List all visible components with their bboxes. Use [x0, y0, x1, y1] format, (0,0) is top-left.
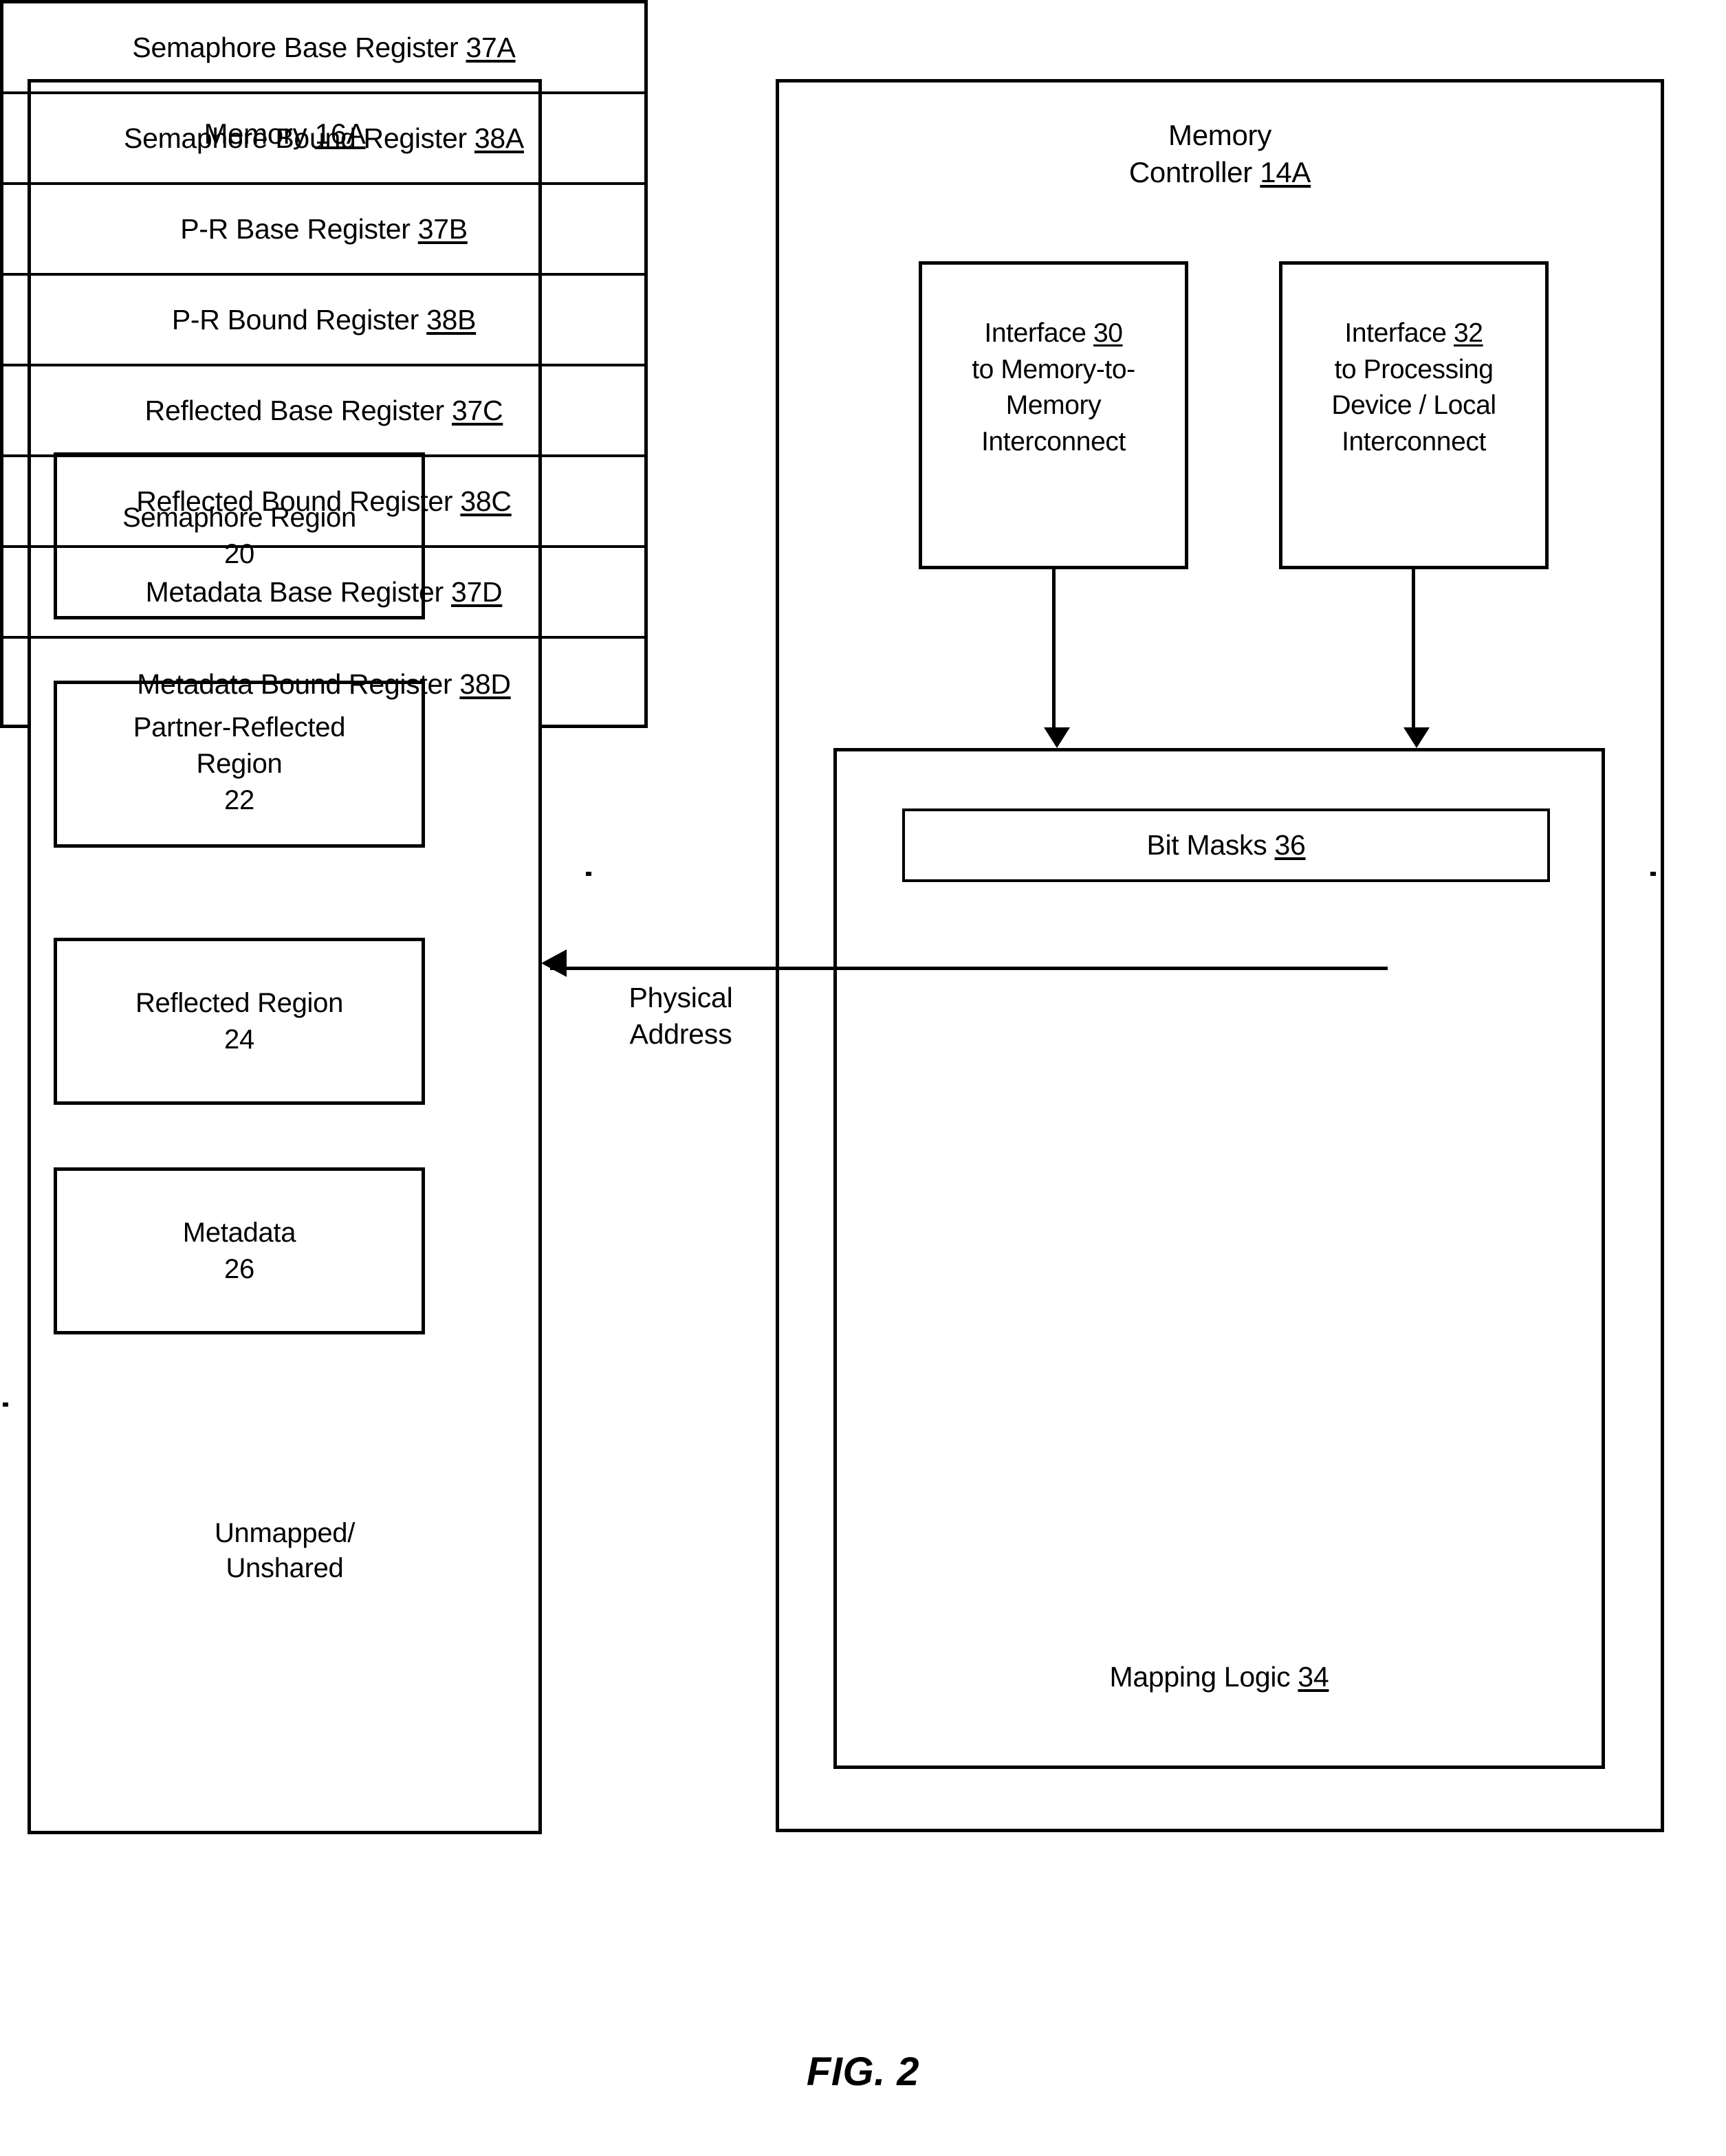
- physical-address-label: Physical Address: [578, 980, 784, 1053]
- register-name: P-R Bound Register: [171, 303, 419, 336]
- interface-30-name: Interface: [984, 318, 1086, 348]
- memory-region-name: Metadata: [182, 1217, 296, 1248]
- register-row-semaphore-base: Semaphore Base Register 37A: [3, 3, 644, 94]
- interface-30-block: Interface 30 to Memory-to- Memory Interc…: [919, 261, 1188, 569]
- unmapped-line2: Unshared: [226, 1553, 344, 1584]
- memory-region-metadata: Metadata 26: [54, 1167, 425, 1334]
- register-label: Semaphore Bound Register 38A: [124, 122, 524, 155]
- register-label: Reflected Bound Register 38C: [136, 485, 512, 518]
- register-label: Semaphore Base Register 37A: [132, 32, 515, 64]
- physical-address-connector-line: [550, 967, 1388, 970]
- mapping-logic-label: Mapping Logic 34: [837, 1659, 1602, 1695]
- arrow-interface-32-to-mapping-logic: [1403, 569, 1430, 748]
- interface-32-name: Interface: [1344, 318, 1447, 348]
- register-label: Reflected Base Register 37C: [145, 395, 503, 427]
- interface-32-label: Interface 32 to Processing Device / Loca…: [1288, 316, 1540, 461]
- figure-caption: FIG. 2: [806, 2049, 920, 2094]
- memory-region-reflected: Reflected Region 24: [54, 938, 425, 1105]
- controller-title-ref: 14A: [1260, 155, 1311, 188]
- register-name: Semaphore Bound Register: [124, 122, 467, 154]
- mapping-logic-ref: 34: [1298, 1661, 1329, 1693]
- memory-region-ref: 24: [224, 1024, 254, 1055]
- register-ref: 37C: [451, 394, 503, 426]
- interface-32-title: Interface 32: [1288, 316, 1540, 352]
- scan-speck: [586, 872, 591, 876]
- register-label: P-R Bound Register 38B: [171, 303, 477, 336]
- register-name: Metadata Bound Register: [137, 668, 452, 700]
- controller-title-text: Controller: [1128, 155, 1260, 188]
- mapping-logic-block: Mapping Logic 34: [833, 748, 1605, 1769]
- register-name: Semaphore Base Register: [132, 31, 459, 63]
- figure-canvas: Memory 16A Semaphore Region 20 Partner-R…: [0, 0, 1726, 2156]
- register-row-reflected-bound: Reflected Bound Register 38C: [3, 457, 644, 548]
- register-row-metadata-base: Metadata Base Register 37D: [3, 548, 644, 639]
- register-ref: 38D: [459, 668, 511, 700]
- interface-30-ref: 30: [1093, 318, 1123, 348]
- memory-region-label: Reflected Region 24: [135, 985, 343, 1058]
- physical-address-arrowhead-icon: [541, 949, 567, 977]
- register-row-pr-bound: P-R Bound Register 38B: [3, 276, 644, 366]
- register-ref: 38C: [460, 485, 512, 517]
- register-ref: 37A: [466, 31, 516, 63]
- memory-region-label: Metadata 26: [183, 1215, 296, 1288]
- physical-address-line1: Physical: [629, 982, 733, 1013]
- interface-32-desc-line3: Interconnect: [1342, 426, 1486, 456]
- memory-unmapped-label: Unmapped/ Unshared: [28, 1516, 542, 1586]
- interface-32-desc-line1: to Processing: [1334, 354, 1494, 384]
- register-label: Metadata Base Register 37D: [146, 576, 503, 608]
- register-ref: 38A: [474, 122, 524, 154]
- memory-region-ref: 26: [224, 1253, 254, 1284]
- register-row-reflected-base: Reflected Base Register 37C: [3, 366, 644, 457]
- interface-32-desc-line2: Device / Local: [1331, 390, 1496, 421]
- memory-controller-title: Memory Controller 14A: [779, 117, 1661, 191]
- interface-30-desc-line1: to Memory-to-: [972, 354, 1135, 384]
- bit-masks-label: Bit Masks 36: [1146, 829, 1305, 861]
- memory-region-name-line2: Region: [196, 749, 283, 780]
- register-stack: Semaphore Base Register 37A Semaphore Bo…: [0, 0, 648, 728]
- register-ref: 38B: [426, 303, 477, 336]
- controller-title-line2: Controller 14A: [779, 154, 1661, 191]
- register-ref: 37B: [417, 212, 468, 245]
- register-label: P-R Base Register 37B: [180, 213, 468, 245]
- memory-region-ref: 22: [224, 784, 254, 815]
- interface-32-ref: 32: [1454, 318, 1483, 348]
- register-label: Metadata Bound Register 38D: [137, 668, 511, 701]
- register-name: Reflected Base Register: [144, 394, 445, 426]
- interface-30-label: Interface 30 to Memory-to- Memory Interc…: [928, 316, 1179, 461]
- register-name: Metadata Base Register: [145, 575, 444, 608]
- interface-32-block: Interface 32 to Processing Device / Loca…: [1279, 261, 1549, 569]
- interface-30-desc-line2: Memory: [1005, 390, 1102, 421]
- register-name: P-R Base Register: [180, 212, 411, 245]
- unmapped-line1: Unmapped/: [214, 1518, 356, 1548]
- bit-masks-text: Bit Masks: [1146, 829, 1275, 861]
- scan-speck: [3, 1402, 8, 1407]
- physical-address-line2: Address: [629, 1018, 732, 1050]
- arrow-interface-30-to-mapping-logic: [1044, 569, 1070, 748]
- interface-30-title: Interface 30: [928, 316, 1179, 352]
- bit-masks-block: Bit Masks 36: [902, 808, 1550, 882]
- register-row-pr-base: P-R Base Register 37B: [3, 185, 644, 276]
- register-row-metadata-bound: Metadata Bound Register 38D: [3, 639, 644, 730]
- register-name: Reflected Bound Register: [136, 485, 453, 517]
- mapping-logic-text: Mapping Logic: [1109, 1661, 1298, 1693]
- memory-region-name: Reflected Region: [135, 987, 344, 1018]
- bit-masks-ref: 36: [1274, 829, 1306, 861]
- scan-speck: [1650, 872, 1656, 876]
- controller-title-line1: Memory: [1168, 119, 1271, 151]
- register-ref: 37D: [451, 575, 503, 608]
- interface-30-desc-line3: Interconnect: [981, 426, 1126, 456]
- register-row-semaphore-bound: Semaphore Bound Register 38A: [3, 94, 644, 185]
